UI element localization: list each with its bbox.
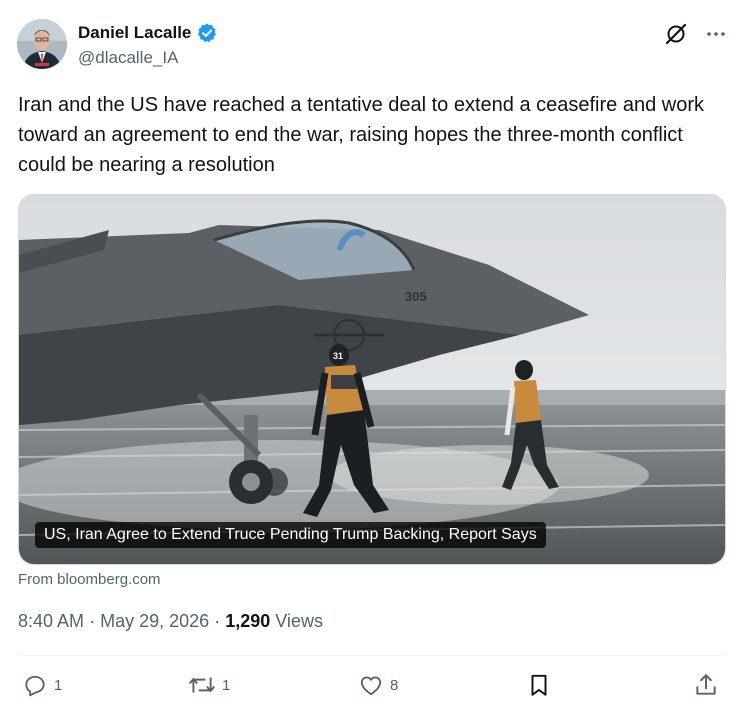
reply-icon	[25, 675, 45, 697]
card-source-link[interactable]: From bloomberg.com	[18, 571, 161, 588]
tweet-date[interactable]: May 29, 2026	[100, 611, 209, 631]
repost-button[interactable]: 1	[188, 672, 230, 698]
bookmark-icon	[531, 674, 547, 696]
card-caption: US, Iran Agree to Extend Truce Pending T…	[35, 522, 546, 548]
jet-number: 305	[405, 289, 427, 304]
verified-badge-icon	[196, 22, 218, 44]
like-count: 8	[390, 676, 399, 694]
views-count: 1,290	[225, 611, 271, 631]
reply-count: 1	[54, 676, 63, 694]
tweet-text: Iran and the US have reached a tentative…	[18, 94, 704, 176]
author-name[interactable]: Daniel Lacalle	[78, 23, 191, 43]
more-icon[interactable]	[704, 22, 728, 46]
like-icon	[360, 676, 382, 696]
repost-icon	[189, 677, 215, 693]
bookmark-button[interactable]	[526, 672, 552, 698]
views-label: Views	[275, 611, 323, 631]
grok-icon[interactable]	[664, 22, 688, 46]
share-button[interactable]	[693, 672, 719, 698]
reply-button[interactable]: 1	[22, 672, 62, 698]
tweet-time[interactable]: 8:40 AM	[18, 611, 84, 631]
like-button[interactable]: 8	[358, 672, 398, 698]
crew-number: 31	[333, 351, 343, 361]
top-actions	[664, 22, 728, 46]
meta-separator: ·	[214, 611, 221, 631]
repost-count: 1	[222, 676, 231, 694]
divider	[18, 655, 726, 656]
share-icon	[696, 674, 716, 695]
avatar[interactable]	[17, 19, 67, 69]
action-bar: 1 1 8	[22, 672, 722, 702]
author-handle[interactable]: @dlacalle_IA	[78, 48, 178, 68]
tweet-meta: 8:40 AM · May 29, 2026 · 1,290 Views	[18, 611, 323, 632]
meta-separator: ·	[89, 611, 96, 631]
link-card-image[interactable]: 305 31 US, Iran Agree to Extend Truce Pe…	[18, 194, 726, 565]
author-name-row: Daniel Lacalle	[78, 22, 218, 44]
tweet: Daniel Lacalle @dlacalle_IA Iran and the…	[0, 0, 748, 723]
